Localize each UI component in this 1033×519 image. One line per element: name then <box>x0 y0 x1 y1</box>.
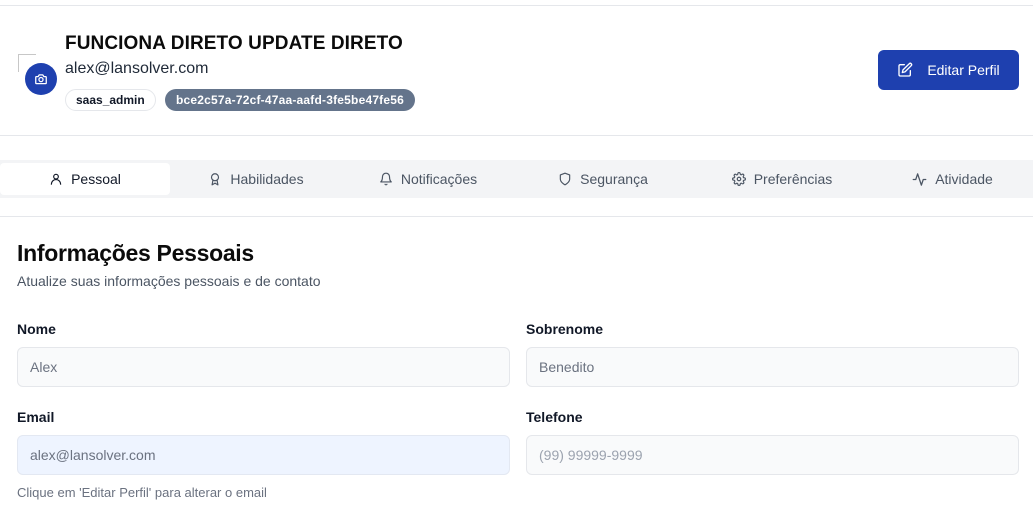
tab-label: Habilidades <box>230 171 304 187</box>
tab-label: Segurança <box>580 171 648 187</box>
phone-input[interactable] <box>526 435 1019 475</box>
content-divider <box>0 216 1033 217</box>
role-badge: saas_admin <box>65 89 156 111</box>
tab-label: Notificações <box>400 171 478 187</box>
activity-icon <box>912 172 927 187</box>
section-subtitle: Atualize suas informações pessoais e de … <box>17 273 321 289</box>
camera-icon[interactable] <box>25 63 57 95</box>
tab-preferencias[interactable]: Preferências <box>692 163 872 195</box>
email-field[interactable] <box>17 435 510 475</box>
tab-notificacoes[interactable]: Notificações <box>342 163 514 195</box>
profile-tabs: Pessoal Habilidades Notificações Seguran… <box>0 160 1033 198</box>
tab-habilidades[interactable]: Habilidades <box>170 163 342 195</box>
shield-icon <box>558 172 572 186</box>
tab-label: Atividade <box>935 171 993 187</box>
profile-email: alex@lansolver.com <box>65 60 209 77</box>
tab-label: Preferências <box>753 171 833 187</box>
tab-pessoal[interactable]: Pessoal <box>0 163 170 195</box>
user-id-badge: bce2c57a-72cf-47aa-aafd-3fe5be47fe56 <box>165 89 416 111</box>
tab-atividade[interactable]: Atividade <box>872 163 1033 195</box>
profile-name: FUNCIONA DIRETO UPDATE DIRETO <box>65 33 403 54</box>
gear-icon <box>731 172 746 186</box>
email-label: Email <box>17 409 55 425</box>
first-name-input[interactable] <box>17 347 510 387</box>
last-name-label: Sobrenome <box>526 321 604 337</box>
email-hint: Clique em 'Editar Perfil' para alterar o… <box>17 485 267 500</box>
tab-seguranca[interactable]: Segurança <box>514 163 692 195</box>
avatar[interactable] <box>18 54 58 95</box>
edit-profile-label: Editar Perfil <box>927 62 1000 78</box>
award-icon <box>208 172 222 186</box>
first-name-label: Nome <box>17 321 56 337</box>
bell-icon <box>379 172 393 186</box>
edit-profile-button[interactable]: Editar Perfil <box>878 50 1019 90</box>
phone-label: Telefone <box>526 409 583 425</box>
tab-label: Pessoal <box>71 171 121 187</box>
profile-header: FUNCIONA DIRETO UPDATE DIRETO alex@lanso… <box>0 6 1033 136</box>
user-icon <box>49 172 63 186</box>
edit-icon <box>897 62 913 78</box>
section-title: Informações Pessoais <box>17 240 254 266</box>
last-name-input[interactable] <box>526 347 1019 387</box>
